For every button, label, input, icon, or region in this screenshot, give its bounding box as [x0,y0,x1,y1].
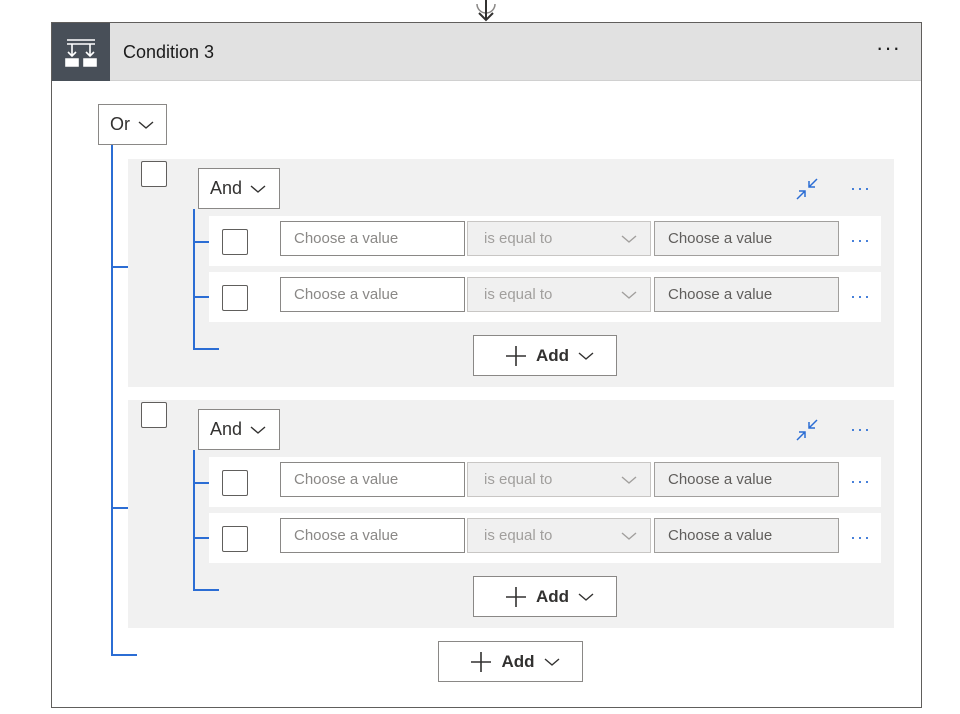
chevron-down-icon [544,657,559,666]
group-checkbox[interactable] [141,161,167,187]
group-add-button[interactable]: Add [473,335,617,376]
or-dropdown-label: Or [110,114,130,134]
chevron-down-icon [578,592,594,601]
right-value-input[interactable]: Choose a value [654,462,839,497]
or-dropdown[interactable]: Or [98,104,167,145]
and-tree-branch [193,241,209,243]
row-checkbox[interactable] [222,229,248,255]
operator-label: is equal to [484,527,553,544]
plus-icon [505,586,526,607]
operator-select[interactable]: is equal to [467,518,651,553]
and-dropdown-label: And [210,419,243,439]
operator-label: is equal to [484,471,553,488]
right-value-input[interactable]: Choose a value [654,277,839,312]
and-dropdown[interactable]: And [198,409,280,450]
row-checkbox[interactable] [222,526,248,552]
chevron-down-icon [621,475,637,484]
chevron-down-icon [621,290,637,299]
chevron-down-icon [138,120,154,129]
and-tree-branch [193,296,209,298]
plus-icon [505,345,526,366]
and-tree-branch [193,482,209,484]
and-dropdown[interactable]: And [198,168,280,209]
and-tree-line [193,209,195,349]
operator-select[interactable]: is equal to [467,462,651,497]
condition-more-icon[interactable]: ··· [876,37,901,59]
or-tree-branch [111,507,128,509]
condition-title[interactable]: Condition 3 [123,42,214,63]
and-tree-branch [193,589,219,591]
left-value-input[interactable]: Choose a value [280,221,465,256]
operator-select[interactable]: is equal to [467,221,651,256]
chevron-down-icon [621,531,637,540]
operator-label: is equal to [484,230,553,247]
row-checkbox[interactable] [222,470,248,496]
operator-label: is equal to [484,286,553,303]
chevron-down-icon [250,425,266,434]
condition-icon [52,23,110,81]
left-value-input[interactable]: Choose a value [280,518,465,553]
and-tree-branch [193,348,219,350]
right-value-input[interactable]: Choose a value [654,518,839,553]
row-checkbox[interactable] [222,285,248,311]
chevron-down-icon [578,351,594,360]
add-label: Add [535,586,570,606]
or-tree-line [111,145,113,656]
left-value-input[interactable]: Choose a value [280,277,465,312]
and-tree-line [193,450,195,591]
chevron-down-icon [621,234,637,243]
condition-add-button[interactable]: Add [438,641,583,682]
or-tree-branch [111,654,137,656]
collapse-icon[interactable] [795,178,819,200]
group-add-button[interactable]: Add [473,576,617,617]
and-dropdown-label: And [210,178,243,198]
and-tree-branch [193,537,209,539]
row-more-icon[interactable]: ··· [850,472,871,490]
chevron-down-icon [250,184,266,193]
add-label: Add [501,651,535,671]
row-more-icon[interactable]: ··· [850,287,871,305]
connector-arrow-icon [476,0,496,22]
add-label: Add [535,345,570,365]
operator-select[interactable]: is equal to [467,277,651,312]
group-more-icon[interactable]: ··· [850,179,871,197]
collapse-icon[interactable] [795,419,819,441]
plus-icon [471,651,492,672]
row-more-icon[interactable]: ··· [850,528,871,546]
row-more-icon[interactable]: ··· [850,231,871,249]
group-more-icon[interactable]: ··· [850,420,871,438]
group-checkbox[interactable] [141,402,167,428]
left-value-input[interactable]: Choose a value [280,462,465,497]
or-tree-branch [111,266,128,268]
right-value-input[interactable]: Choose a value [654,221,839,256]
